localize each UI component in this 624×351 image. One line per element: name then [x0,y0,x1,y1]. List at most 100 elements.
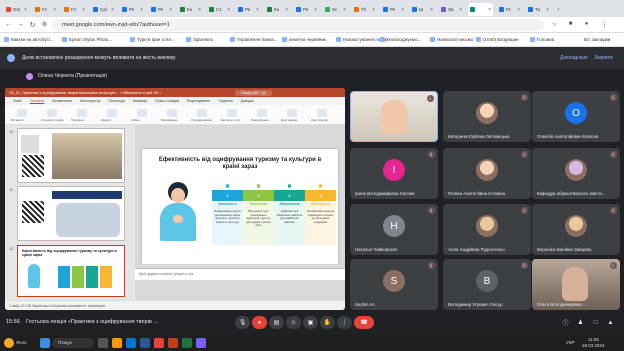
close-notice-button[interactable]: Закрити [594,55,613,61]
participant-tile[interactable]: S 🔇 SeçkIn Arı [350,259,438,310]
browser-tab[interactable]: Кн × [265,3,290,16]
clock-time[interactable]: 11:56 [588,337,599,342]
browser-tab[interactable]: Рс × [497,3,522,16]
app-icon[interactable] [196,338,206,348]
participant-tile[interactable]: 🔇 Ольга Володимирівна ... [532,259,620,310]
ppt-tab[interactable]: Анімація [133,99,147,103]
browser-tab[interactable]: ГА × [33,3,58,16]
ppt-tab[interactable]: Основне [30,99,44,103]
close-tab-icon[interactable]: × [488,7,491,13]
bookmark-item[interactable]: Налагоджуємо... [380,37,421,42]
close-tab-icon[interactable]: × [256,7,259,13]
reload-icon[interactable]: ↻ [28,21,37,29]
new-tab-icon[interactable]: + [555,3,565,16]
browser-tab[interactable]: ГА × [62,3,87,16]
language-indicator[interactable]: УКР [566,340,574,345]
bookmark-item[interactable]: Удаляють [186,37,213,42]
menu-icon[interactable]: ⋮ [600,21,609,29]
site-info-icon[interactable]: ⚙ [40,21,49,28]
ribbon-button-icon[interactable] [137,109,147,117]
browser-tab[interactable]: Ти × [526,3,551,16]
close-tab-icon[interactable]: × [53,7,56,13]
close-tab-icon[interactable]: × [343,7,346,13]
browser-tab[interactable]: Ла × [439,3,464,16]
chrome-icon[interactable] [154,338,164,348]
participant-tile[interactable]: 🔇 Катерина Юріївна Литовецька [443,91,531,142]
people-icon[interactable]: ♟ [573,316,588,329]
browser-tab[interactable]: Ре × [294,3,319,16]
powerpoint-icon[interactable] [168,338,178,348]
ppt-tab[interactable]: Вставлення [52,99,72,103]
mic-icon[interactable]: 🎙 [235,316,250,329]
close-tab-icon[interactable]: × [24,7,27,13]
details-link[interactable]: Докладніше [560,55,588,61]
more-options-icon[interactable]: ⋮ [337,316,352,329]
ribbon-button-icon[interactable] [17,109,27,117]
close-tab-icon[interactable]: × [227,7,230,13]
main-slide[interactable]: Ефективність від оцифрування туризму та … [142,149,338,264]
participant-tile[interactable]: 🔇 Алла Андріївна Руденченко [443,204,531,255]
participant-tile[interactable]: Н 🔇 Наталья Чайковская [350,204,438,255]
close-tab-icon[interactable]: × [198,7,201,13]
all-bookmarks-link[interactable]: Всі закладки [584,37,610,42]
ppt-tab[interactable]: Конструктор [80,99,101,103]
browser-tab[interactable]: Ре × [149,3,174,16]
star-icon[interactable]: ☆ [550,21,559,28]
browser-tab[interactable]: Th × [352,3,377,16]
ribbon-button-icon[interactable] [167,109,177,117]
ribbon-button-icon[interactable] [77,109,87,117]
browser-tab[interactable]: Gm × [4,3,29,16]
explorer-icon[interactable] [112,338,122,348]
thumb-slide-10[interactable] [17,128,125,183]
browser-tab[interactable]: × [468,3,493,16]
ribbon-button-icon[interactable] [47,109,57,117]
taskbar-search[interactable]: Пошук [52,338,94,348]
browser-tab[interactable]: Ш × [410,3,435,16]
participant-tile[interactable]: О 🔇 Олексій Анатолійович Власов [532,91,620,142]
close-tab-icon[interactable]: × [140,7,143,13]
bookmark-item[interactable]: Управління папка... [230,37,277,42]
bookmark-item[interactable]: анкетна черевник [282,37,326,42]
ribbon-button-icon[interactable] [227,109,237,117]
activities-icon[interactable]: ▲ [603,316,618,329]
close-tab-icon[interactable]: × [430,7,433,13]
chat-icon[interactable]: □ [588,316,603,329]
taskview-icon[interactable] [98,338,108,348]
thumb-slide-11[interactable] [17,186,125,241]
participant-tile[interactable]: 🔇 [350,91,438,142]
emoji-icon[interactable]: ☺ [286,316,301,329]
participant-tile[interactable]: 🔇 Поліна Анатоліївна Істоміна [443,148,531,199]
bookmark-item[interactable]: Написати письмо [430,37,473,42]
close-tab-icon[interactable]: × [401,7,404,13]
browser-tab[interactable]: Кн × [178,3,203,16]
bookmark-item[interactable]: Головна [530,37,554,42]
excel-icon[interactable] [182,338,192,348]
browser-tab[interactable]: Cal × [91,3,116,16]
participant-tile[interactable]: В 🔇 Володимир Угрович Снігур [443,259,531,310]
participant-tile[interactable]: 🔇 Кафедра образотворчого мисте... [532,148,620,199]
close-tab-icon[interactable]: × [517,7,520,13]
participant-tile[interactable]: 🔇 Вероніка Іванівна Зайцева [532,204,620,255]
browser-tab[interactable]: Ре × [381,3,406,16]
url-field[interactable]: meet.google.com/ewn-zvjd-wbx?authuser=1 [52,19,544,31]
browser-tab[interactable]: Ре × [120,3,145,16]
ppt-tab[interactable]: Файл [13,99,22,103]
ppt-search-box[interactable]: Пошук (Alt + Q) [235,90,272,96]
captions-icon[interactable]: ▤ [269,316,284,329]
ppt-tab[interactable]: Рецензування [187,99,210,103]
close-tab-icon[interactable]: × [285,7,288,13]
profile-icon[interactable]: ● [582,21,591,27]
camera-icon[interactable]: ● [252,316,267,329]
bookmark-item[interactable]: (1040) Входящие [476,37,519,42]
edge-icon[interactable] [126,338,136,348]
bookmark-item[interactable]: Тури в Іран із Кн... [130,37,175,42]
present-icon[interactable]: ▣ [303,316,318,329]
notes-field[interactable]: Щоб додати нотатки, клацніть тут [135,268,345,280]
bookmark-item[interactable]: Epson Stylus Photo... [62,37,112,42]
thumb-slide-12[interactable]: Ефективність від оцифрування туризму та … [17,245,125,297]
ppt-tab[interactable]: Подання [218,99,233,103]
participant-tile[interactable]: І 🔇 Ірина Володимирівна Сипчик [350,148,438,199]
ppt-tab[interactable]: Показ слайдів [155,99,179,103]
back-icon[interactable]: ← [4,21,13,28]
close-tab-icon[interactable]: × [82,7,85,13]
